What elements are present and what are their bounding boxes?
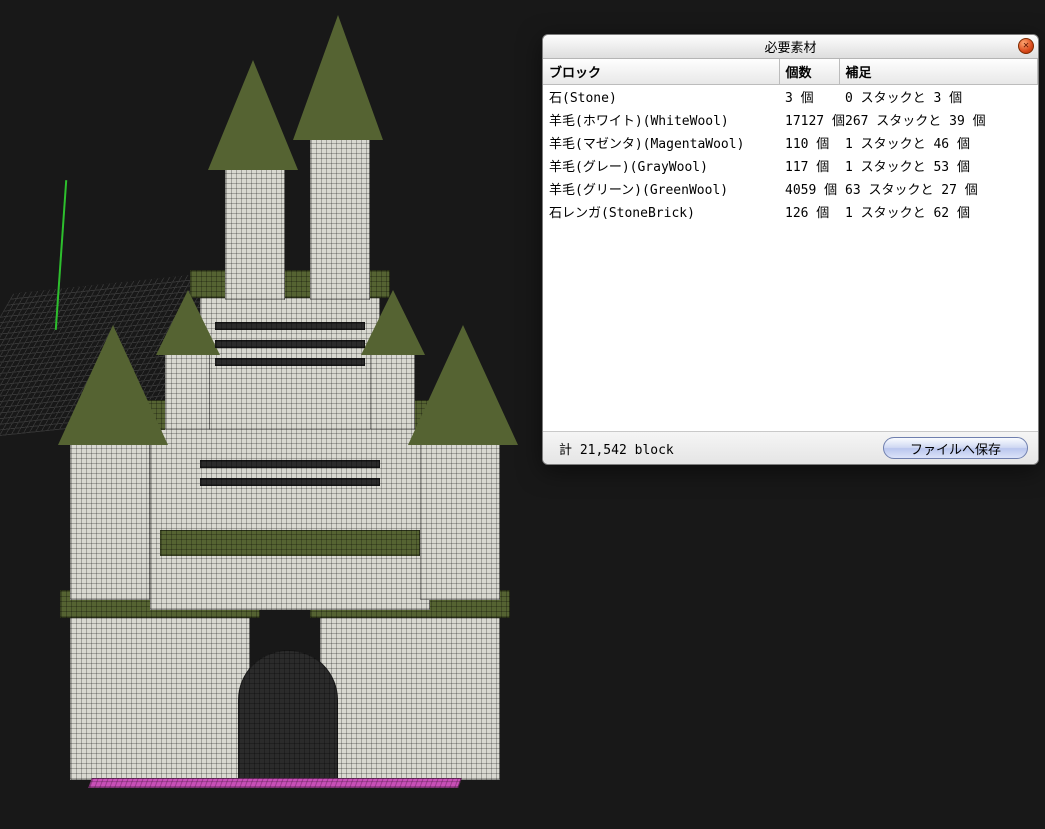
materials-dialog: 必要素材 ✕ ブロック 個数 補足 石(Stone) 3 個 0 スタックと 3… (542, 34, 1039, 465)
ground-plane (0, 266, 273, 443)
table-row[interactable]: 羊毛(グリーン)(GreenWool) 4059 個 63 スタックと 27 個 (543, 177, 1038, 200)
close-button[interactable]: ✕ (1018, 38, 1034, 54)
dialog-footer: 計 21,542 block ファイルへ保存 (543, 431, 1038, 464)
cell-count: 117 個 (779, 154, 839, 177)
cell-block: 石レンガ(StoneBrick) (543, 200, 779, 223)
total-block-count: 計 21,542 block (553, 439, 674, 458)
materials-table: ブロック 個数 補足 石(Stone) 3 個 0 スタックと 3 個 羊毛(ホ… (543, 59, 1038, 223)
cell-block: 羊毛(ホワイト)(WhiteWool) (543, 108, 779, 131)
cell-count: 126 個 (779, 200, 839, 223)
table-row[interactable]: 羊毛(グレー)(GrayWool) 117 個 1 スタックと 53 個 (543, 154, 1038, 177)
cell-block: 羊毛(グレー)(GrayWool) (543, 154, 779, 177)
col-header-block[interactable]: ブロック (543, 59, 779, 85)
cell-count: 110 個 (779, 131, 839, 154)
table-row[interactable]: 石(Stone) 3 個 0 スタックと 3 個 (543, 85, 1038, 109)
dialog-titlebar[interactable]: 必要素材 ✕ (543, 35, 1038, 59)
dialog-title: 必要素材 (764, 37, 816, 56)
cell-detail: 63 スタックと 27 個 (839, 177, 1038, 200)
table-row[interactable]: 羊毛(マゼンタ)(MagentaWool) 110 個 1 スタックと 46 個 (543, 131, 1038, 154)
cell-detail: 1 スタックと 53 個 (839, 154, 1038, 177)
cell-detail: 0 スタックと 3 個 (839, 85, 1038, 109)
cell-block: 羊毛(マゼンタ)(MagentaWool) (543, 131, 779, 154)
save-to-file-button[interactable]: ファイルへ保存 (883, 437, 1028, 459)
col-header-detail[interactable]: 補足 (839, 59, 1038, 85)
materials-table-wrap: ブロック 個数 補足 石(Stone) 3 個 0 スタックと 3 個 羊毛(ホ… (543, 59, 1038, 431)
col-header-count[interactable]: 個数 (779, 59, 839, 85)
close-icon: ✕ (1023, 41, 1029, 51)
table-row[interactable]: 羊毛(ホワイト)(WhiteWool) 17127 個 267 スタックと 39… (543, 108, 1038, 131)
table-row[interactable]: 石レンガ(StoneBrick) 126 個 1 スタックと 62 個 (543, 200, 1038, 223)
cell-block: 羊毛(グリーン)(GreenWool) (543, 177, 779, 200)
voxel-castle-model (50, 70, 520, 790)
cell-count: 17127 個 (779, 108, 839, 131)
cell-detail: 1 スタックと 46 個 (839, 131, 1038, 154)
cell-detail: 1 スタックと 62 個 (839, 200, 1038, 223)
cell-detail: 267 スタックと 39 個 (839, 108, 1038, 131)
cell-block: 石(Stone) (543, 85, 779, 109)
cell-count: 4059 個 (779, 177, 839, 200)
cell-count: 3 個 (779, 85, 839, 109)
